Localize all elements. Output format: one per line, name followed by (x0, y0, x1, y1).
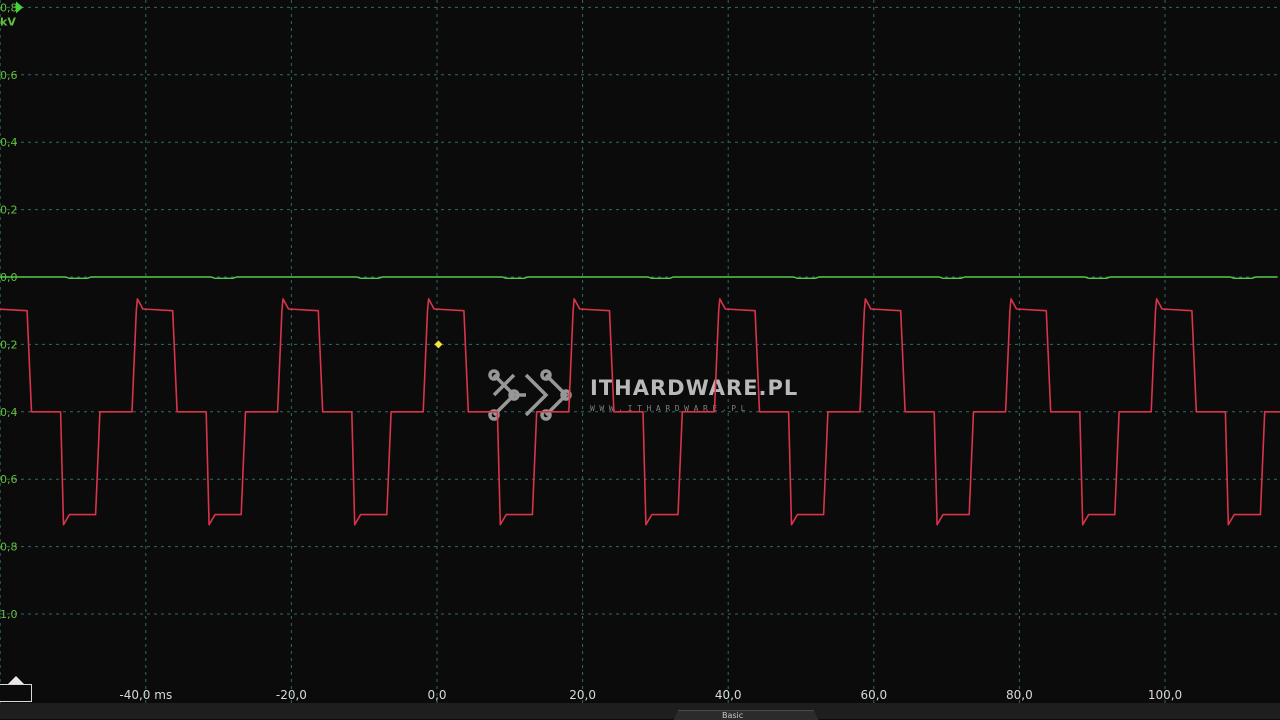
timebase-handle[interactable] (0, 684, 32, 702)
up-arrow-icon[interactable] (8, 676, 24, 684)
y-tick-label: 0,2 (0, 204, 18, 217)
x-tick-label: -40,0 ms (119, 688, 172, 702)
x-tick-label: 60,0 (860, 688, 887, 702)
oscilloscope-plot[interactable]: 0,8 0,6 0,4 0,2 0,0 0,2 0,4 0,6 0,8 1,0 kV -40,0 m… (0, 0, 1280, 719)
x-tick-label: 100,0 (1148, 688, 1182, 702)
y-tick-label: 0,4 (0, 136, 18, 149)
plot-background (0, 0, 1280, 703)
y-tick-label: 0,8 (0, 1, 18, 14)
y-unit-label: kV (0, 15, 16, 28)
x-tick-label: -20,0 (276, 688, 307, 702)
y-tick-label: 1,0 (0, 608, 18, 621)
y-tick-label: 0,4 (0, 406, 18, 419)
status-bar (0, 703, 1280, 719)
watermark-brand: ITHARDWARE.PL (590, 376, 798, 400)
y-tick-label: 0,6 (0, 473, 18, 486)
x-tick-label: 20,0 (569, 688, 596, 702)
x-tick-label: 0,0 (427, 688, 446, 702)
y-tick-label: 0,2 (0, 338, 18, 351)
y-tick-label: 0,6 (0, 69, 18, 82)
x-tick-label: 80,0 (1006, 688, 1033, 702)
x-tick-label: 40,0 (715, 688, 742, 702)
y-tick-label: 0,8 (0, 541, 18, 554)
